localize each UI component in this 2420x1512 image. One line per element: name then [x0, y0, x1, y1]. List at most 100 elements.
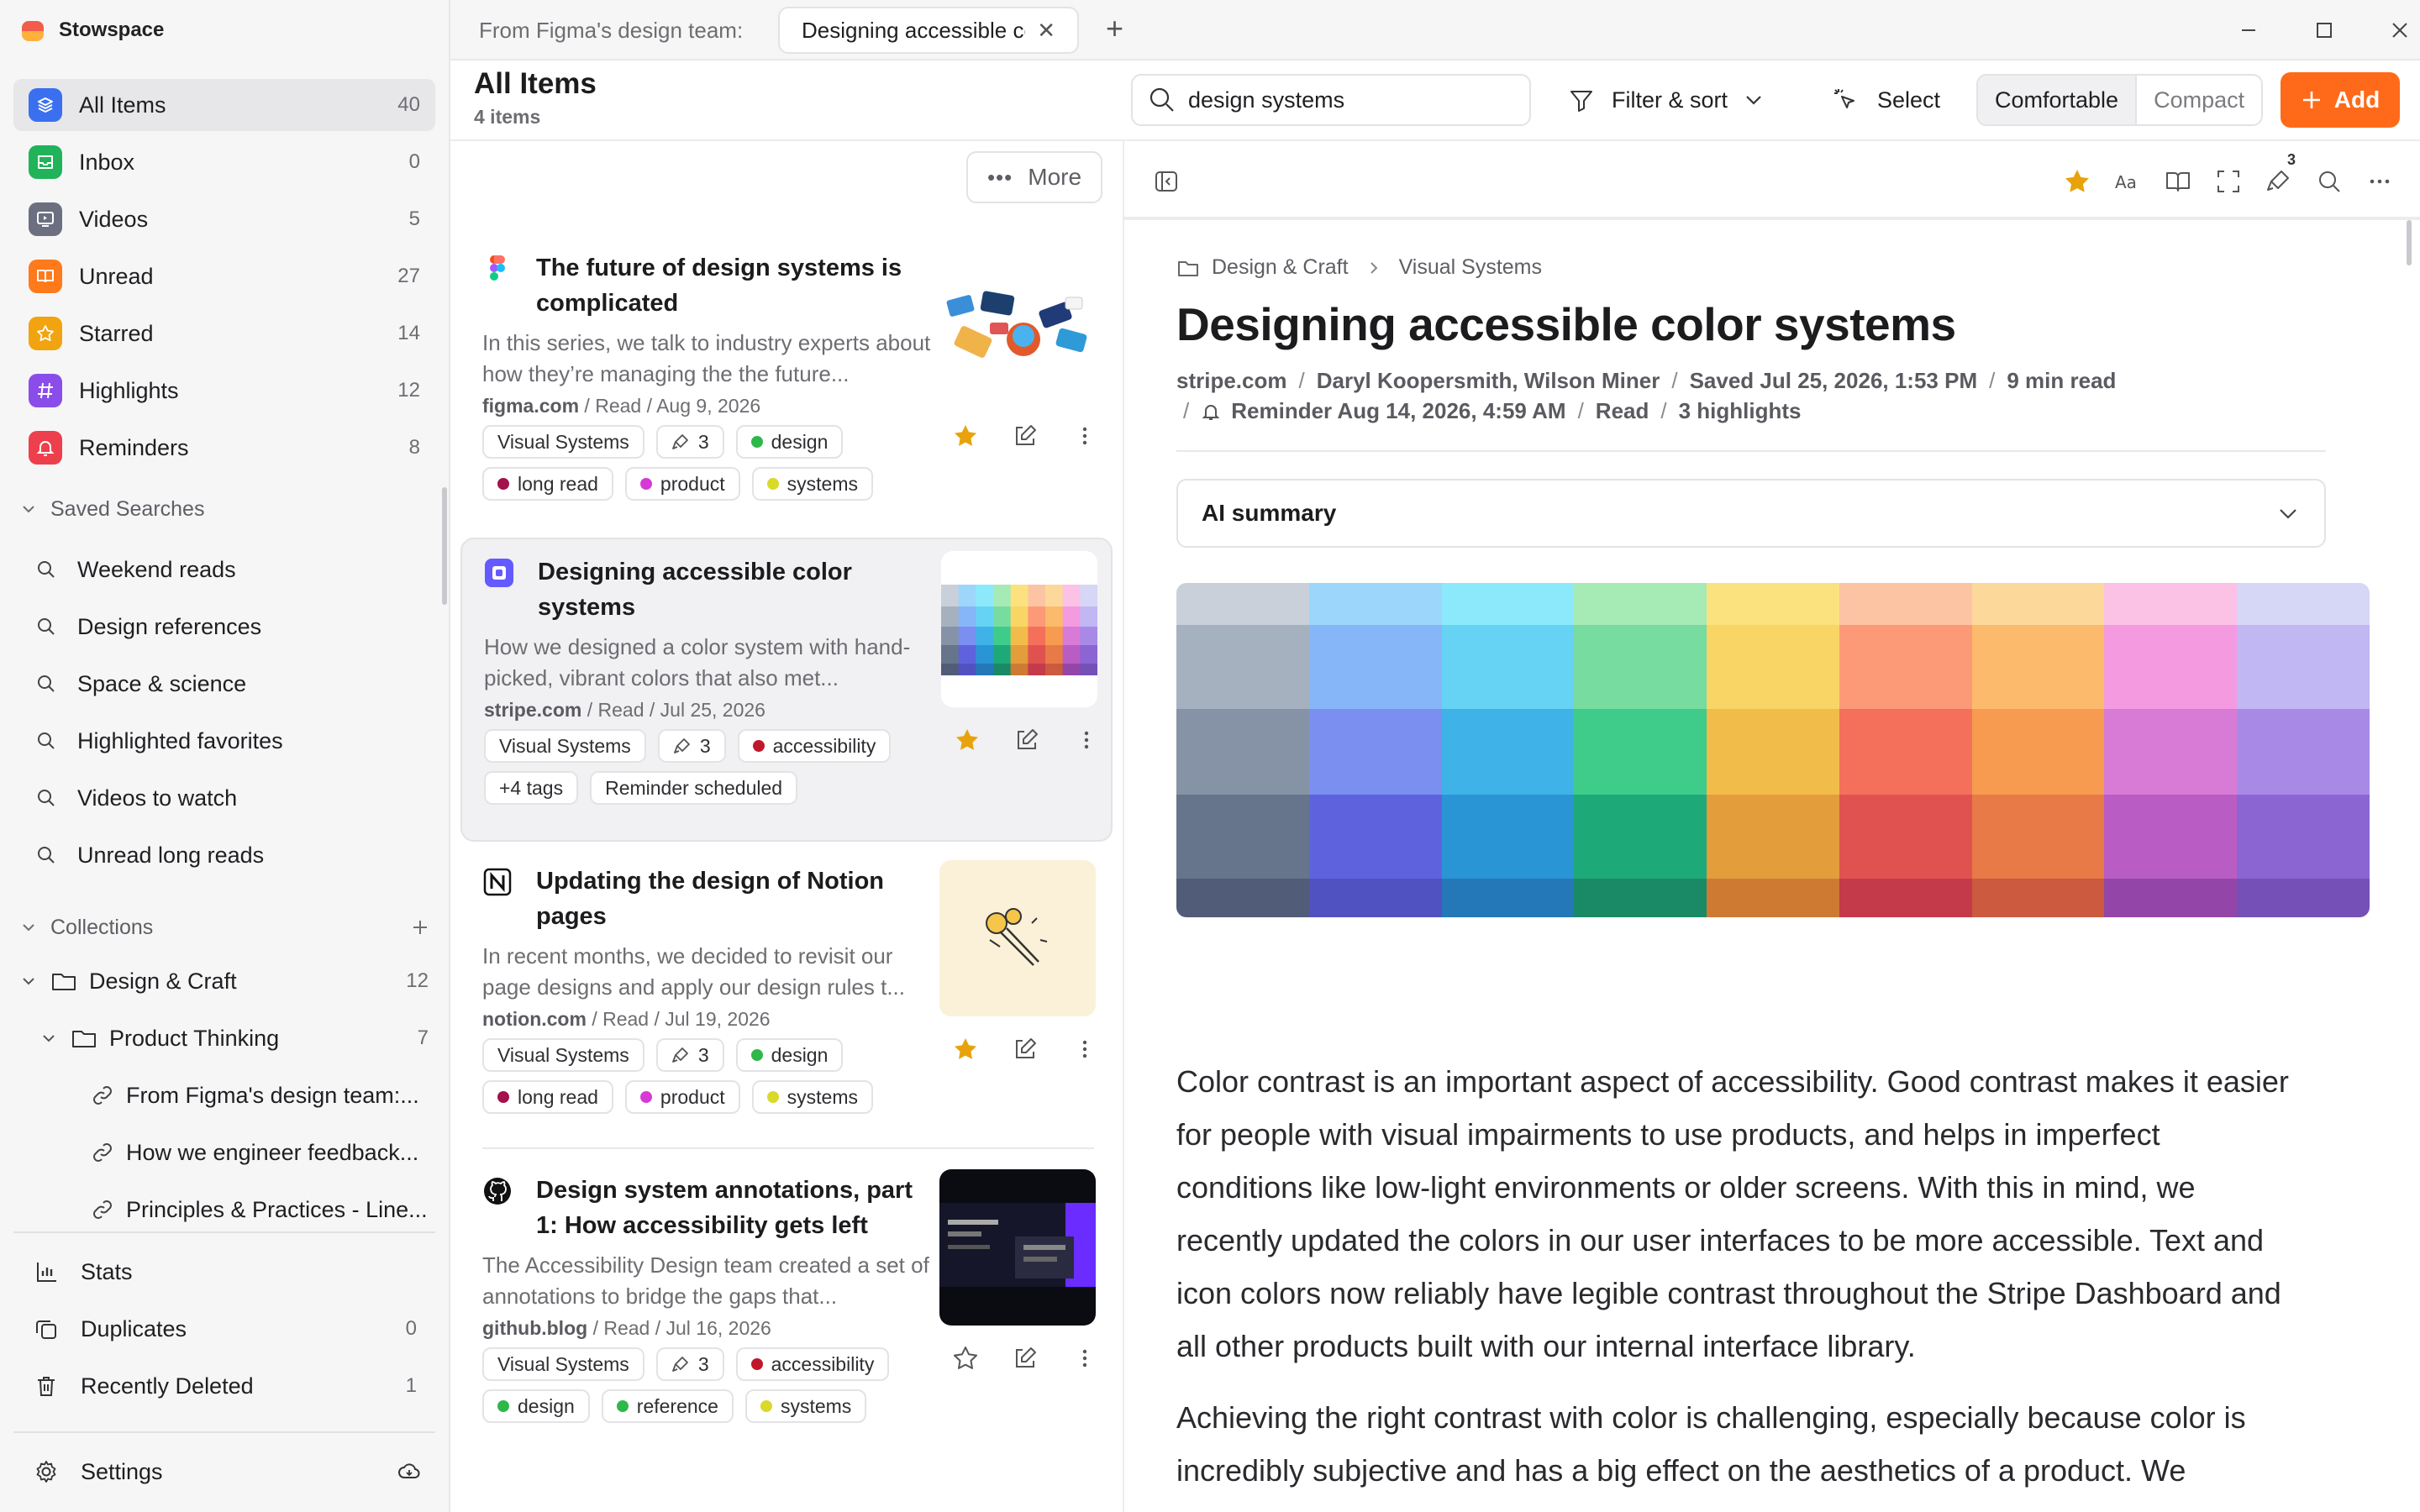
sidebar-item-all-items[interactable]: All Items 40	[13, 79, 435, 131]
item-thumbnail[interactable]	[939, 247, 1096, 403]
sidebar-item-duplicates[interactable]: Duplicates 0	[13, 1300, 435, 1357]
tag-chip[interactable]: design	[482, 1389, 590, 1423]
item-thumbnail[interactable]	[941, 551, 1097, 707]
tag-chip[interactable]: reference	[601, 1389, 734, 1423]
add-button[interactable]: Add	[2281, 72, 2400, 128]
saved-search-item[interactable]: Highlighted favorites	[13, 712, 435, 769]
star-filled-icon[interactable]	[953, 726, 981, 754]
more-vertical-icon[interactable]	[1072, 726, 1101, 754]
tag-chip[interactable]: 3	[657, 729, 726, 763]
reader-scrollbar[interactable]	[2407, 220, 2412, 265]
item-title[interactable]: The future of design systems is complica…	[536, 250, 923, 321]
maximize-icon[interactable]	[2309, 15, 2339, 45]
tab-designing-accessible[interactable]: Designing accessible co ✕	[778, 7, 1079, 54]
item-thumbnail[interactable]	[939, 860, 1096, 1016]
item-title[interactable]: Designing accessible color systems	[538, 554, 924, 625]
article-source[interactable]: stripe.com	[1176, 368, 1287, 394]
select-button[interactable]: Select	[1832, 74, 1940, 126]
collection-link-item[interactable]: From Figma's design team:...	[20, 1067, 440, 1124]
saved-search-item[interactable]: Videos to watch	[13, 769, 435, 827]
saved-search-item[interactable]: Weekend reads	[13, 541, 435, 598]
sidebar-item-reminders[interactable]: Reminders 8	[13, 422, 435, 474]
more-vertical-icon[interactable]	[1071, 422, 1099, 450]
tab-figma-design-team[interactable]: From Figma's design team:	[457, 7, 768, 54]
add-collection-icon[interactable]	[410, 917, 430, 937]
saved-search-item[interactable]: Design references	[13, 598, 435, 655]
star-icon[interactable]	[2060, 165, 2094, 198]
breadcrumb-collection[interactable]: Design & Craft	[1212, 255, 1349, 280]
fullscreen-icon[interactable]	[2212, 165, 2245, 198]
tag-chip[interactable]: Visual Systems	[482, 1038, 644, 1072]
cloud-sync-icon[interactable]	[397, 1459, 422, 1484]
close-window-icon[interactable]	[2385, 15, 2415, 45]
settings-button[interactable]: Settings	[13, 1443, 435, 1500]
tag-chip[interactable]: +4 tags	[484, 771, 579, 805]
star-outline-icon[interactable]	[951, 1344, 980, 1373]
pane-divider[interactable]	[1123, 139, 1124, 1512]
edit-icon[interactable]	[1013, 726, 1041, 754]
tag-chip[interactable]: long read	[482, 467, 613, 501]
item-card[interactable]: Designing accessible color systems How we…	[460, 538, 1113, 842]
saved-searches-header[interactable]: Saved Searches	[20, 492, 432, 526]
collection-design-craft[interactable]: Design & Craft 12	[20, 953, 440, 1010]
tag-chip[interactable]: systems	[751, 1080, 873, 1114]
edit-icon[interactable]	[1011, 422, 1039, 450]
find-icon[interactable]	[2312, 165, 2346, 198]
tag-chip[interactable]: systems	[751, 467, 873, 501]
close-tab-icon[interactable]: ✕	[1037, 18, 1055, 44]
sidebar-item-inbox[interactable]: Inbox 0	[13, 136, 435, 188]
minimize-icon[interactable]	[2233, 15, 2264, 45]
compact-view-button[interactable]: Compact	[2137, 76, 2261, 124]
tag-chip[interactable]: Visual Systems	[482, 425, 644, 459]
item-card[interactable]: Design system annotations, part 1: How a…	[460, 1158, 1113, 1462]
tag-chip[interactable]: design	[735, 1038, 844, 1072]
edit-icon[interactable]	[1011, 1035, 1039, 1063]
tag-chip[interactable]: product	[624, 467, 740, 501]
tag-chip[interactable]: accessibility	[737, 729, 892, 763]
tag-chip[interactable]: long read	[482, 1080, 613, 1114]
text-size-icon[interactable]: Aa	[2111, 165, 2144, 198]
tag-chip[interactable]: 3	[655, 425, 724, 459]
tag-chip[interactable]: product	[624, 1080, 740, 1114]
collection-product-thinking[interactable]: Product Thinking 7	[20, 1010, 440, 1067]
comfortable-view-button[interactable]: Comfortable	[1978, 76, 2138, 124]
highlights-icon[interactable]	[2262, 165, 2296, 198]
item-title[interactable]: Updating the design of Notion pages	[536, 864, 923, 934]
article-reminder[interactable]: Reminder Aug 14, 2026, 4:59 AM	[1231, 398, 1565, 424]
tag-chip[interactable]: Reminder scheduled	[590, 771, 798, 805]
sidebar-item-stats[interactable]: Stats	[13, 1243, 435, 1300]
sidebar-scrollbar[interactable]	[442, 487, 447, 605]
search-box[interactable]	[1131, 74, 1531, 126]
sidebar-item-starred[interactable]: Starred 14	[13, 307, 435, 360]
filter-sort-button[interactable]: Filter & sort	[1568, 74, 1765, 126]
sidebar-item-unread[interactable]: Unread 27	[13, 250, 435, 302]
star-filled-icon[interactable]	[951, 422, 980, 450]
item-card[interactable]: The future of design systems is complica…	[460, 235, 1113, 539]
tag-chip[interactable]: accessibility	[735, 1347, 890, 1381]
tag-chip[interactable]: 3	[655, 1347, 724, 1381]
collapse-panel-icon[interactable]	[1150, 165, 1183, 198]
sidebar-item-highlights[interactable]: Highlights 12	[13, 365, 435, 417]
item-thumbnail[interactable]	[939, 1169, 1096, 1326]
search-input[interactable]	[1188, 87, 1507, 113]
new-tab-icon[interactable]: +	[1106, 12, 1123, 45]
sidebar-item-recently-deleted[interactable]: Recently Deleted 1	[13, 1357, 435, 1415]
more-button[interactable]: ••• More	[966, 151, 1102, 203]
collection-link-item[interactable]: Principles & Practices - Line...	[20, 1181, 440, 1238]
item-card[interactable]: Updating the design of Notion pages In re…	[460, 848, 1113, 1152]
tag-chip[interactable]: design	[735, 425, 844, 459]
edit-icon[interactable]	[1011, 1344, 1039, 1373]
tag-chip[interactable]: 3	[655, 1038, 724, 1072]
breadcrumb-subcollection[interactable]: Visual Systems	[1399, 255, 1542, 280]
ai-summary-panel[interactable]: AI summary	[1176, 479, 2326, 548]
reader-mode-icon[interactable]	[2161, 165, 2195, 198]
sidebar-item-videos[interactable]: Videos 5	[13, 193, 435, 245]
item-title[interactable]: Design system annotations, part 1: How a…	[536, 1173, 923, 1243]
saved-search-item[interactable]: Space & science	[13, 655, 435, 712]
saved-search-item[interactable]: Unread long reads	[13, 827, 435, 884]
more-vertical-icon[interactable]	[1071, 1035, 1099, 1063]
tag-chip[interactable]: Visual Systems	[484, 729, 646, 763]
collection-link-item[interactable]: How we engineer feedback...	[20, 1124, 440, 1181]
collections-header[interactable]: Collections	[20, 911, 432, 944]
star-filled-icon[interactable]	[951, 1035, 980, 1063]
